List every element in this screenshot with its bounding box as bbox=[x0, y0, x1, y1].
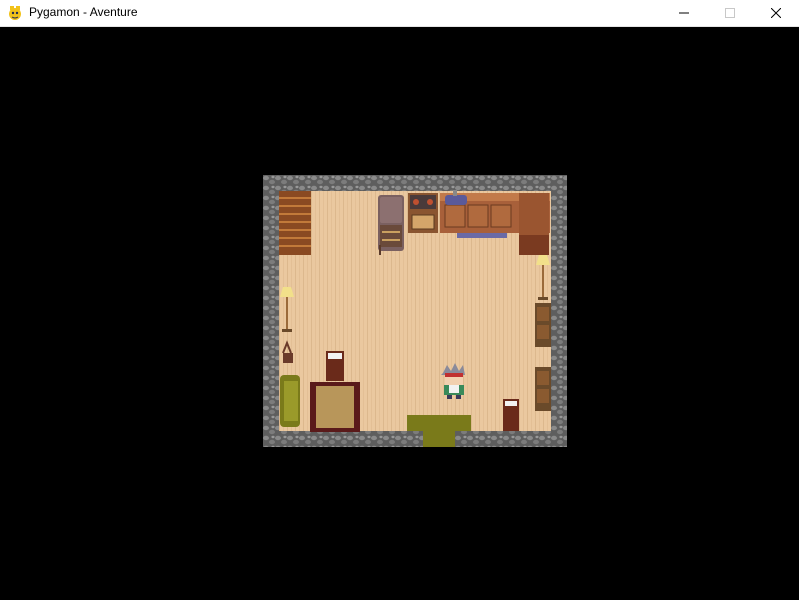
maximize-button[interactable] bbox=[707, 0, 753, 26]
bookshelf-lower[interactable] bbox=[535, 367, 551, 411]
house-interior-map bbox=[263, 175, 567, 447]
minimize-button[interactable] bbox=[661, 0, 707, 26]
sofa[interactable] bbox=[280, 375, 300, 427]
refrigerator[interactable] bbox=[378, 195, 404, 255]
game-canvas[interactable] bbox=[0, 27, 799, 600]
dining-table[interactable] bbox=[310, 382, 360, 432]
maximize-icon bbox=[725, 8, 735, 18]
stairs[interactable] bbox=[279, 191, 311, 255]
game-window: Pygamon - Aventure bbox=[0, 0, 799, 600]
kitchen-rug bbox=[457, 233, 507, 238]
chair-top[interactable] bbox=[326, 351, 344, 381]
window-title: Pygamon - Aventure bbox=[29, 5, 138, 19]
pygame-snake-icon bbox=[9, 6, 21, 20]
stove[interactable] bbox=[408, 193, 438, 233]
chair-bottom[interactable] bbox=[503, 399, 519, 431]
minimize-icon bbox=[679, 12, 689, 14]
close-button[interactable] bbox=[753, 0, 799, 26]
door-exit[interactable] bbox=[423, 431, 455, 447]
close-icon bbox=[771, 8, 781, 18]
door-mat[interactable] bbox=[407, 415, 471, 431]
bookshelf-upper[interactable] bbox=[535, 303, 551, 347]
title-bar[interactable]: Pygamon - Aventure bbox=[0, 0, 799, 27]
